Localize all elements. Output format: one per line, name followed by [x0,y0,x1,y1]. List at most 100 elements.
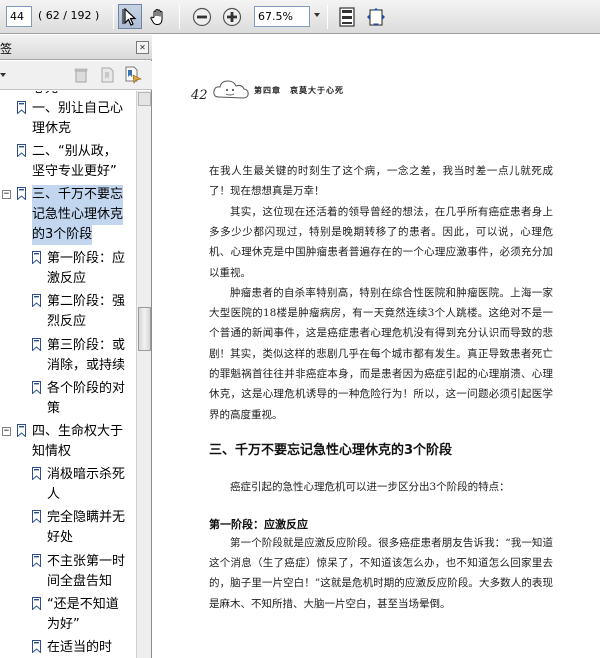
body-paragraph: 其实，类似这样的悲剧几乎在每个城市都有发生。真正导致患者死亡的罪魁祸首往往并非癌… [209,348,553,421]
fit-width-icon [367,7,385,26]
bookmark-options-button[interactable] [124,66,142,84]
bookmark-item[interactable]: 消极暗示杀死 人 [0,465,136,505]
collapse-toggle[interactable]: − [2,427,11,436]
bookmark-icon [32,554,41,567]
bookmarks-panel-header: 签 ✕ [0,35,152,60]
toolbar: 44 ( 62 / 192 ) 67.5% [0,0,600,34]
zoom-out-button[interactable] [190,4,214,29]
cloud-ornament-icon [213,80,249,99]
bookmark-label: 为好” [47,617,80,632]
bookmark-label: 理休克 [32,121,72,136]
bookmark-icon [32,467,41,480]
toolbar-separator [179,5,180,29]
bookmark-icon [32,381,41,394]
bookmark-label: 间全盘告知 [47,574,113,589]
close-panel-button[interactable]: ✕ [136,41,149,54]
bookmark-item[interactable]: 一、别让自己心 理休克 [0,99,136,139]
bookmark-item[interactable]: 第一阶段：应 激反应 [0,249,136,289]
cursor-icon [122,7,137,26]
bookmark-label: 各个阶段的对 [47,381,126,396]
bookmark-label: 好处 [47,530,74,545]
document-view[interactable]: 42 第四章 哀莫大于心死 在我人生最关键的时刻生了这个病，一念之差，我当时差一… [153,35,600,658]
fit-width-button[interactable] [364,4,388,29]
new-bookmark-button[interactable] [98,66,116,84]
scroll-up-button[interactable] [138,92,151,106]
toolbar-separator [327,5,328,29]
body-paragraph: 在我人生最关键的时刻生了这个病，一念之差，我当时差一点儿就死成了！现在想想真是万… [209,165,553,198]
subsection-heading: 第一阶段：应激反应 [209,518,308,531]
bookmark-item[interactable]: 各个阶段的对 策 [0,379,136,419]
fit-page-icon [339,6,355,27]
bookmarks-scrollbar[interactable] [136,91,151,658]
bookmark-label: 坚守专业更好” [32,164,117,179]
bookmark-item[interactable]: − 四、生命权大于 知情权 [0,422,136,462]
collapse-toggle[interactable]: − [2,190,11,199]
bookmark-label: 记急性心理休克 [32,205,124,225]
bookmark-label: 策 [47,401,61,416]
bookmark-item[interactable]: 在适当的时 [0,638,136,658]
bookmark-label: 第一阶段：应 [47,251,126,266]
zoom-out-icon [192,7,212,26]
bookmark-item[interactable]: “还是不知道 为好” [0,595,136,635]
bookmark-search-icon [125,66,142,84]
zoom-level-input[interactable]: 67.5% [254,6,310,27]
section-heading: 三、千万不要忘记急性心理休克的3个阶段 [209,443,453,458]
bookmark-label: 烈反应 [47,314,87,329]
zoom-dropdown-icon[interactable] [314,13,320,17]
scrollbar-thumb[interactable] [138,307,151,351]
options-dropdown-icon[interactable] [0,73,6,77]
bookmark-label: “还是不知道 [47,597,119,612]
bookmark-icon [32,338,41,351]
chapter-header: 第四章 哀莫大于心死 [254,86,344,95]
delete-bookmark-button[interactable] [72,66,90,84]
bookmark-item[interactable]: 二、“别从政， 坚守专业更好” [0,142,136,182]
bookmark-label: 知情权 [32,444,72,459]
bookmark-icon [32,294,41,307]
bookmark-icon [17,101,26,114]
fit-page-button[interactable] [335,4,359,29]
bookmark-icon [17,424,26,437]
bookmark-item[interactable]: 不主张第一时 间全盘告知 [0,552,136,592]
new-bookmark-icon [101,67,114,83]
bookmark-label: 四、生命权大于 [32,424,124,439]
page-number-input[interactable]: 44 [6,6,32,27]
bookmark-icon [32,640,41,653]
page-number: 42 [191,88,208,103]
bookmark-icon [17,144,26,157]
bookmark-tree: 心死 一、别让自己心 理休克 二、“别从政， 坚守专业更好” − 三、千万不要忘… [0,91,136,658]
bookmark-label: 二、“别从政， [32,144,117,159]
bookmark-item[interactable]: 第三阶段：或 消除，或持续 [0,336,136,376]
bookmark-label: 心死 [32,91,58,99]
bookmark-label: 的3个阶段 [32,225,93,245]
body-paragraph: 其实，这位现在还活着的领导曾经的想法，在几乎所有癌症患者身上多多少少都闪现过，特… [209,206,553,279]
bookmark-item[interactable]: 第二阶段：强 烈反应 [0,292,136,332]
bookmark-label: 在适当的时 [47,640,113,655]
zoom-in-icon [222,7,242,26]
trash-icon [74,68,88,83]
bookmark-label: 激反应 [47,271,87,286]
section-intro: 癌症引起的急性心理危机可以进一步区分出3个阶段的特点： [230,481,510,493]
bookmark-label: 人 [47,487,61,502]
bookmark-icon [32,597,41,610]
bookmark-label: 一、别让自己心 [32,101,124,116]
bookmark-item-partial[interactable]: 心死 [0,91,136,97]
hand-icon [150,8,163,25]
bookmark-item-selected[interactable]: − 三、千万不要忘 记急性心理休克 的3个阶段 [0,185,136,245]
bookmark-label: 不主张第一时 [47,554,126,569]
bookmark-label: 完全隐瞒并无 [47,510,126,525]
bookmark-label: 三、千万不要忘 [32,185,124,205]
page-count-label: ( 62 / 192 ) [38,9,100,22]
bookmark-item[interactable]: 完全隐瞒并无 好处 [0,508,136,548]
toolbar-separator [113,5,114,29]
select-tool-button[interactable] [118,4,142,29]
bookmark-label: 消极暗示杀死 [47,467,126,482]
bookmarks-toolbar [0,61,152,90]
bookmark-icon [17,187,26,200]
body-paragraph: 第一个阶段就是应激反应阶段。很多癌症患者朋友告诉我：“我一知道这个消息（生了癌症… [209,537,553,610]
hand-tool-button[interactable] [146,4,170,29]
bookmarks-panel-title: 签 [0,42,13,56]
bookmarks-panel: 签 ✕ 心死 [0,35,152,658]
bookmark-icon [32,251,41,264]
bookmark-label: 消除，或持续 [47,358,126,373]
zoom-in-button[interactable] [220,4,244,29]
